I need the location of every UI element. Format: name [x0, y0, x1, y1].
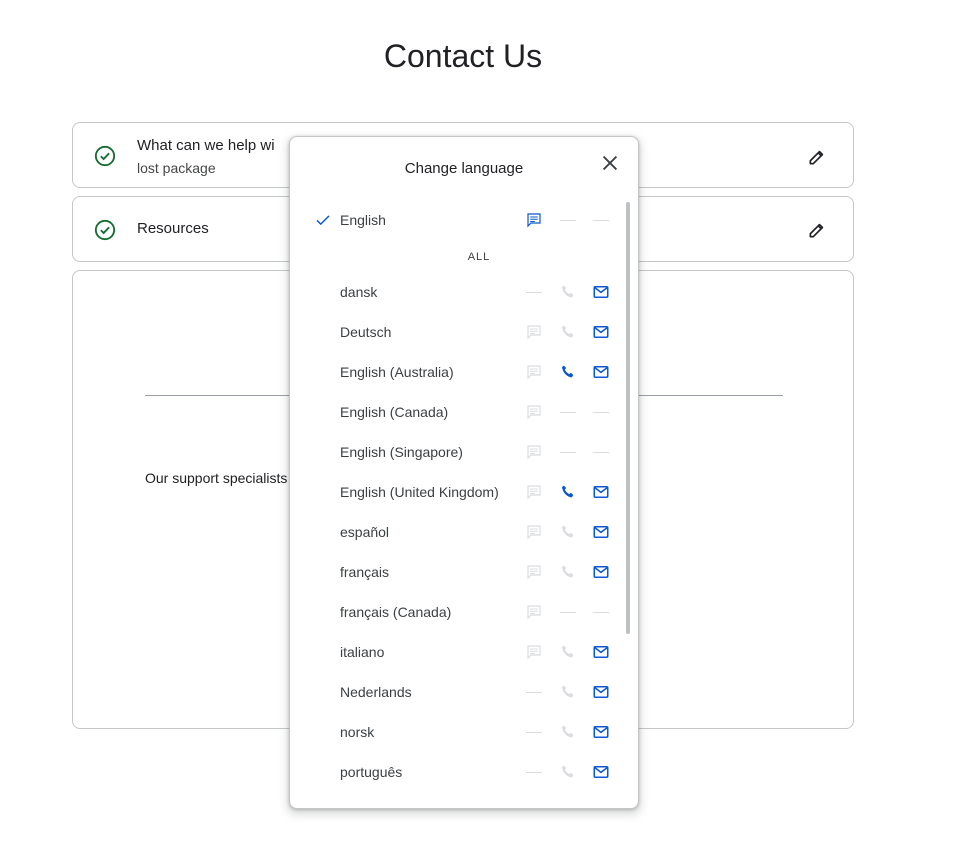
unavailable-dash	[560, 612, 576, 613]
phone-icon[interactable]	[559, 763, 577, 781]
language-option[interactable]: English (Australia)	[290, 353, 630, 393]
pencil-icon[interactable]	[807, 220, 827, 240]
language-option[interactable]: Deutsch	[290, 313, 630, 353]
chat-icon[interactable]	[525, 363, 543, 381]
phone-icon[interactable]	[559, 523, 577, 541]
language-option[interactable]: français	[290, 553, 630, 593]
unavailable-dash	[593, 452, 609, 453]
phone-icon[interactable]	[559, 283, 577, 301]
mail-icon[interactable]	[592, 483, 610, 501]
unavailable-dash	[560, 452, 576, 453]
unavailable-dash	[593, 612, 609, 613]
unavailable-dash	[526, 692, 542, 693]
unavailable-dash	[526, 772, 542, 773]
phone-icon[interactable]	[559, 323, 577, 341]
check-circle-icon	[94, 145, 116, 167]
change-language-dialog: Change language English ALL dansk Deutsch…	[289, 136, 639, 809]
phone-icon[interactable]	[559, 683, 577, 701]
step-title: What can we help wi	[137, 137, 275, 154]
mail-icon[interactable]	[592, 283, 610, 301]
language-name: français	[340, 564, 390, 580]
language-option[interactable]: dansk	[290, 273, 630, 313]
chat-icon[interactable]	[525, 603, 543, 621]
language-name: English (Canada)	[340, 404, 449, 420]
chat-icon[interactable]	[525, 403, 543, 421]
language-option[interactable]: italiano	[290, 633, 630, 673]
unavailable-dash	[526, 732, 542, 733]
language-option[interactable]: português	[290, 753, 630, 793]
pencil-icon[interactable]	[807, 147, 827, 167]
language-name: português	[340, 764, 403, 780]
language-name: norsk	[340, 724, 375, 740]
language-option[interactable]: norsk	[290, 713, 630, 753]
step-subtitle: lost package	[137, 160, 216, 176]
language-name: Nederlands	[340, 684, 412, 700]
language-name: English (Singapore)	[340, 444, 463, 460]
support-text: Our support specialists	[145, 470, 288, 486]
language-name: English	[340, 212, 386, 228]
unavailable-dash	[593, 412, 609, 413]
unavailable-dash	[593, 220, 609, 221]
unavailable-dash	[560, 220, 576, 221]
phone-icon[interactable]	[559, 363, 577, 381]
chat-icon[interactable]	[525, 323, 543, 341]
mail-icon[interactable]	[592, 643, 610, 661]
mail-icon[interactable]	[592, 763, 610, 781]
phone-icon[interactable]	[559, 483, 577, 501]
phone-icon[interactable]	[559, 643, 577, 661]
unavailable-dash	[526, 292, 542, 293]
chat-icon[interactable]	[525, 443, 543, 461]
language-name: English (Australia)	[340, 364, 454, 380]
checkmark-icon	[316, 215, 330, 226]
mail-icon[interactable]	[592, 683, 610, 701]
language-name: español	[340, 524, 390, 540]
dialog-title: Change language	[404, 160, 524, 177]
language-option[interactable]: English (Singapore)	[290, 433, 630, 473]
language-option[interactable]: English (Canada)	[290, 393, 630, 433]
chat-icon[interactable]	[525, 563, 543, 581]
section-label: ALL	[467, 251, 491, 263]
language-name: dansk	[340, 284, 378, 300]
phone-icon[interactable]	[559, 563, 577, 581]
chat-icon[interactable]	[525, 483, 543, 501]
language-name: italiano	[340, 644, 385, 660]
unavailable-dash	[560, 412, 576, 413]
mail-icon[interactable]	[592, 723, 610, 741]
chat-icon[interactable]	[525, 523, 543, 541]
step-title: Resources	[137, 220, 209, 237]
language-option-selected[interactable]: English	[290, 201, 630, 241]
mail-icon[interactable]	[592, 563, 610, 581]
language-option[interactable]: français (Canada)	[290, 593, 630, 633]
language-option[interactable]: español	[290, 513, 630, 553]
language-option[interactable]: English (United Kingdom)	[290, 473, 630, 513]
language-name: français (Canada)	[340, 604, 452, 620]
mail-icon[interactable]	[592, 323, 610, 341]
language-option[interactable]: Nederlands	[290, 673, 630, 713]
phone-icon[interactable]	[559, 723, 577, 741]
chat-icon[interactable]	[525, 643, 543, 661]
language-name: English (United Kingdom)	[340, 484, 499, 500]
mail-icon[interactable]	[592, 523, 610, 541]
page-title: Contact Us	[383, 38, 543, 74]
language-name: Deutsch	[340, 324, 392, 340]
mail-icon[interactable]	[592, 363, 610, 381]
close-icon[interactable]	[599, 152, 621, 174]
chat-icon[interactable]	[525, 211, 543, 229]
check-circle-icon	[94, 219, 116, 241]
